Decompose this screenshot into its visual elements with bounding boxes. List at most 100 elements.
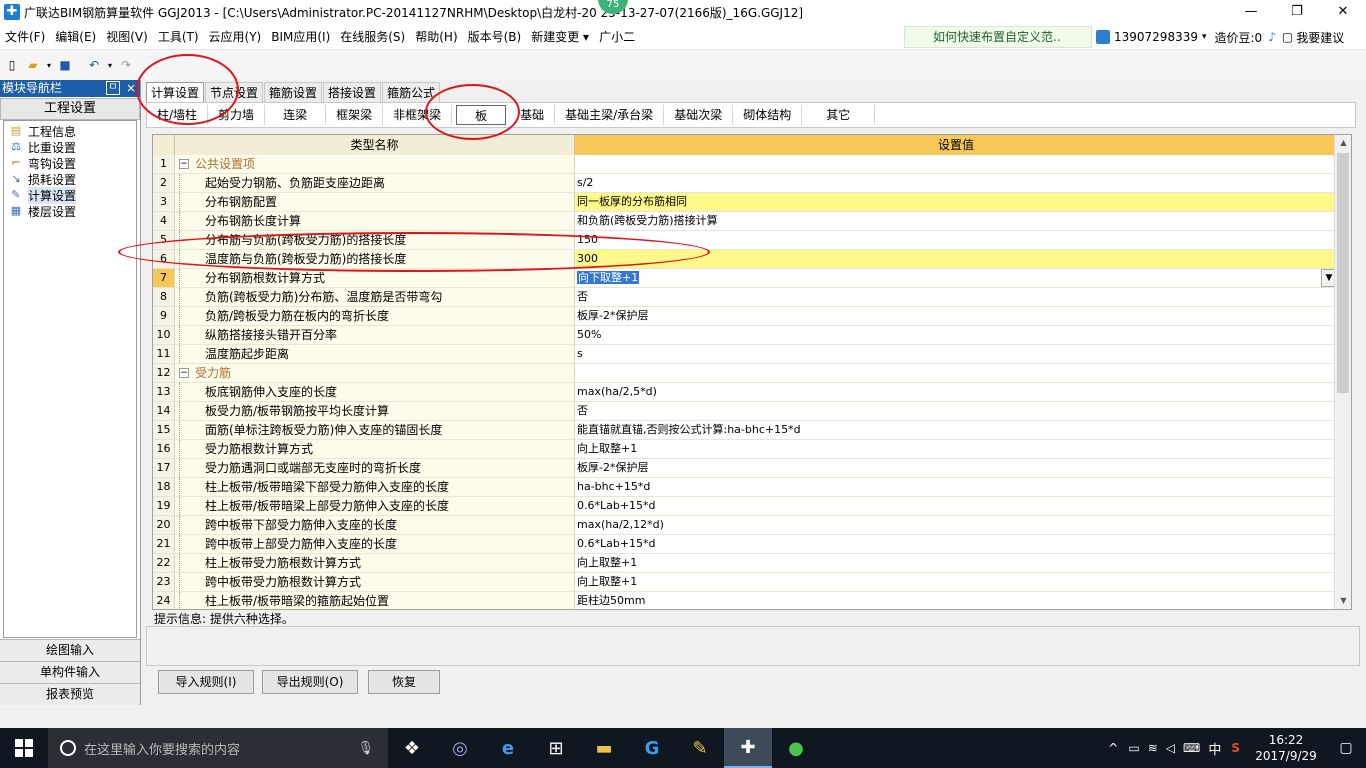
green-app-icon[interactable]: ● <box>772 728 820 768</box>
close-icon[interactable]: × <box>126 80 136 97</box>
table-row[interactable]: 12− 受力筋 <box>153 364 1351 383</box>
setting-value-cell[interactable]: s/2 <box>575 174 1337 192</box>
setting-value-cell[interactable]: 向下取整+1 ▼ <box>575 269 1337 287</box>
table-row[interactable]: 9 负筋/跨板受力筋在板内的弯折长度 板厚-2*保护层 <box>153 307 1351 326</box>
suggest-link[interactable]: 我要建议 <box>1296 29 1344 46</box>
nav-item-floor[interactable]: ▦ 楼层设置 <box>4 203 136 219</box>
save-icon[interactable]: ■ <box>56 56 74 74</box>
chevron-down-icon[interactable]: ▾ <box>106 56 114 74</box>
tip-link[interactable]: 如何快速布置自定义范.. <box>904 26 1092 48</box>
coins-label[interactable]: 造价豆:0 <box>1215 29 1263 46</box>
sogou-icon[interactable]: S <box>1231 741 1240 755</box>
glodon-app-icon[interactable]: ✚ <box>724 728 772 768</box>
setting-value-cell[interactable]: 距柱边50mm <box>575 592 1337 609</box>
nav-drawing-input[interactable]: 绘图输入 <box>0 639 140 661</box>
table-row[interactable]: 21 跨中板带上部受力筋伸入支座的长度 0.6*Lab+15*d <box>153 535 1351 554</box>
menu-tools[interactable]: 工具(T) <box>153 24 204 50</box>
setting-value-cell[interactable]: s <box>575 345 1337 363</box>
chevron-down-icon[interactable]: ▾ <box>1202 32 1207 42</box>
edge-browser-icon[interactable]: e <box>484 728 532 768</box>
bell-icon[interactable]: ♪ <box>1268 30 1276 44</box>
table-row[interactable]: 23 跨中板带受力筋根数计算方式 向上取整+1 <box>153 573 1351 592</box>
microphone-icon[interactable]: 🎙 <box>357 741 374 756</box>
menu-new-change[interactable]: 新建变更 ▾ <box>526 24 594 50</box>
setting-value-cell[interactable]: 同一板厚的分布筋相同 <box>575 193 1337 211</box>
setting-value-cell[interactable]: max(ha/2,12*d) <box>575 516 1337 534</box>
open-folder-icon[interactable]: ▰ <box>24 56 42 74</box>
restore-button[interactable]: ❐ <box>1274 0 1320 24</box>
subtab-foundation-secondary-beam[interactable]: 基础次梁 <box>664 105 734 125</box>
setting-value-cell[interactable]: 板厚-2*保护层 <box>575 307 1337 325</box>
setting-value-cell[interactable]: 否 <box>575 402 1337 420</box>
setting-value-cell[interactable]: 板厚-2*保护层 <box>575 459 1337 477</box>
table-row[interactable]: 10 纵筋搭接接头错开百分率 50% <box>153 326 1351 345</box>
table-row[interactable]: 18 柱上板带/板带暗梁下部受力筋伸入支座的长度 ha-bhc+15*d <box>153 478 1351 497</box>
browser-icon[interactable]: G <box>628 728 676 768</box>
file-explorer-icon[interactable]: ▬ <box>580 728 628 768</box>
setting-value-cell[interactable]: 能直锚就直锚,否则按公式计算:ha-bhc+15*d <box>575 421 1337 439</box>
import-rules-button[interactable]: 导入规则(I) <box>158 670 254 694</box>
setting-value-cell[interactable]: 0.6*Lab+15*d <box>575 497 1337 515</box>
table-row[interactable]: 14 板受力筋/板带钢筋按平均长度计算 否 <box>153 402 1351 421</box>
collapse-icon[interactable]: − <box>179 159 189 169</box>
menu-file[interactable]: 文件(F) <box>0 24 50 50</box>
chevron-up-icon[interactable]: ^ <box>1108 741 1118 755</box>
scroll-thumb[interactable] <box>1337 153 1349 393</box>
menu-version[interactable]: 版本号(B) <box>463 24 527 50</box>
notes-icon[interactable]: ✎ <box>676 728 724 768</box>
setting-value[interactable]: 向下取整+1 <box>577 271 640 284</box>
user-phone[interactable]: 13907298339 <box>1114 30 1198 44</box>
table-row[interactable]: 17 受力筋遇洞口或端部无支座时的弯折长度 板厚-2*保护层 <box>153 459 1351 478</box>
setting-value-cell[interactable]: ha-bhc+15*d <box>575 478 1337 496</box>
nav-item-calc[interactable]: ✎ 计算设置 <box>4 186 136 204</box>
menu-view[interactable]: 视图(V) <box>101 24 153 50</box>
store-icon[interactable]: ⊞ <box>532 728 580 768</box>
table-row[interactable]: 4 分布钢筋长度计算 和负筋(跨板受力筋)搭接计算 <box>153 212 1351 231</box>
collapse-icon[interactable]: − <box>179 368 189 378</box>
subtab-coupling-beam[interactable]: 连梁 <box>265 105 327 125</box>
table-row[interactable]: 1− 公共设置项 <box>153 155 1351 174</box>
redo-icon[interactable]: ↷ <box>117 56 135 74</box>
new-file-icon[interactable]: ▯ <box>3 56 21 74</box>
windows-start-icon[interactable] <box>0 728 48 768</box>
tab-stirrup-settings[interactable]: 箍筋设置 <box>264 82 323 102</box>
table-row[interactable]: 8 负筋(跨板受力筋)分布筋、温度筋是否带弯勾 否 <box>153 288 1351 307</box>
setting-value-cell[interactable]: 否 <box>575 288 1337 306</box>
scroll-down-icon[interactable]: ▼ <box>1335 593 1351 609</box>
table-row[interactable]: 22 柱上板带受力筋根数计算方式 向上取整+1 <box>153 554 1351 573</box>
chevron-down-icon[interactable]: ▾ <box>45 56 53 74</box>
menu-help[interactable]: 帮助(H) <box>410 24 462 50</box>
ime-indicator[interactable]: 中 <box>1208 739 1221 758</box>
menu-guangxiaoer[interactable]: 广小二 <box>594 24 640 50</box>
subtab-masonry[interactable]: 砌体结构 <box>733 105 803 125</box>
volume-icon[interactable]: ◁ <box>1166 741 1175 755</box>
subtab-foundation-main-beam[interactable]: 基础主梁/承台梁 <box>555 105 665 125</box>
table-row[interactable]: 15 面筋(单标注跨板受力筋)伸入支座的锚固长度 能直锚就直锚,否则按公式计算:ha… <box>153 421 1351 440</box>
wifi-icon[interactable]: ≋ <box>1148 741 1158 755</box>
undo-icon[interactable]: ↶ <box>85 56 103 74</box>
feedback-icon[interactable]: ▢ <box>1282 30 1293 44</box>
menu-edit[interactable]: 编辑(E) <box>50 24 101 50</box>
nav-section-engineering-settings[interactable]: 工程设置 <box>0 98 140 120</box>
table-row[interactable]: 13 板底钢筋伸入支座的长度 max(ha/2,5*d) <box>153 383 1351 402</box>
app-icon[interactable]: ◎ <box>436 728 484 768</box>
table-row[interactable]: 19 柱上板带/板带暗梁上部受力筋伸入支座的长度 0.6*Lab+15*d <box>153 497 1351 516</box>
table-row[interactable]: 16 受力筋根数计算方式 向上取整+1 <box>153 440 1351 459</box>
tab-lap-settings[interactable]: 搭接设置 <box>323 82 382 102</box>
scroll-up-icon[interactable]: ▲ <box>1335 135 1351 151</box>
setting-value-cell[interactable]: max(ha/2,5*d) <box>575 383 1337 401</box>
nav-item-hook[interactable]: ⌐ 弯钩设置 <box>4 155 136 171</box>
table-row[interactable]: 11 温度筋起步距离 s <box>153 345 1351 364</box>
nav-single-member-input[interactable]: 单构件输入 <box>0 661 140 683</box>
minimize-button[interactable]: — <box>1228 0 1274 24</box>
menu-cloud[interactable]: 云应用(Y) <box>204 24 267 50</box>
setting-value-cell[interactable]: 0.6*Lab+15*d <box>575 535 1337 553</box>
table-row[interactable]: 3 分布钢筋配置 同一板厚的分布筋相同 <box>153 193 1351 212</box>
nav-item-loss[interactable]: ↘ 损耗设置 <box>4 171 136 187</box>
setting-value-cell[interactable]: 向上取整+1 <box>575 554 1337 572</box>
nav-item-project-info[interactable]: ▤ 工程信息 <box>4 123 136 139</box>
battery-icon[interactable]: ▭ <box>1128 741 1139 755</box>
close-button[interactable]: ✕ <box>1320 0 1366 24</box>
table-row[interactable]: 7 分布钢筋根数计算方式 向下取整+1 ▼ <box>153 269 1351 288</box>
taskbar-search-box[interactable]: 在这里输入你要搜索的内容 🎙 <box>48 728 388 768</box>
